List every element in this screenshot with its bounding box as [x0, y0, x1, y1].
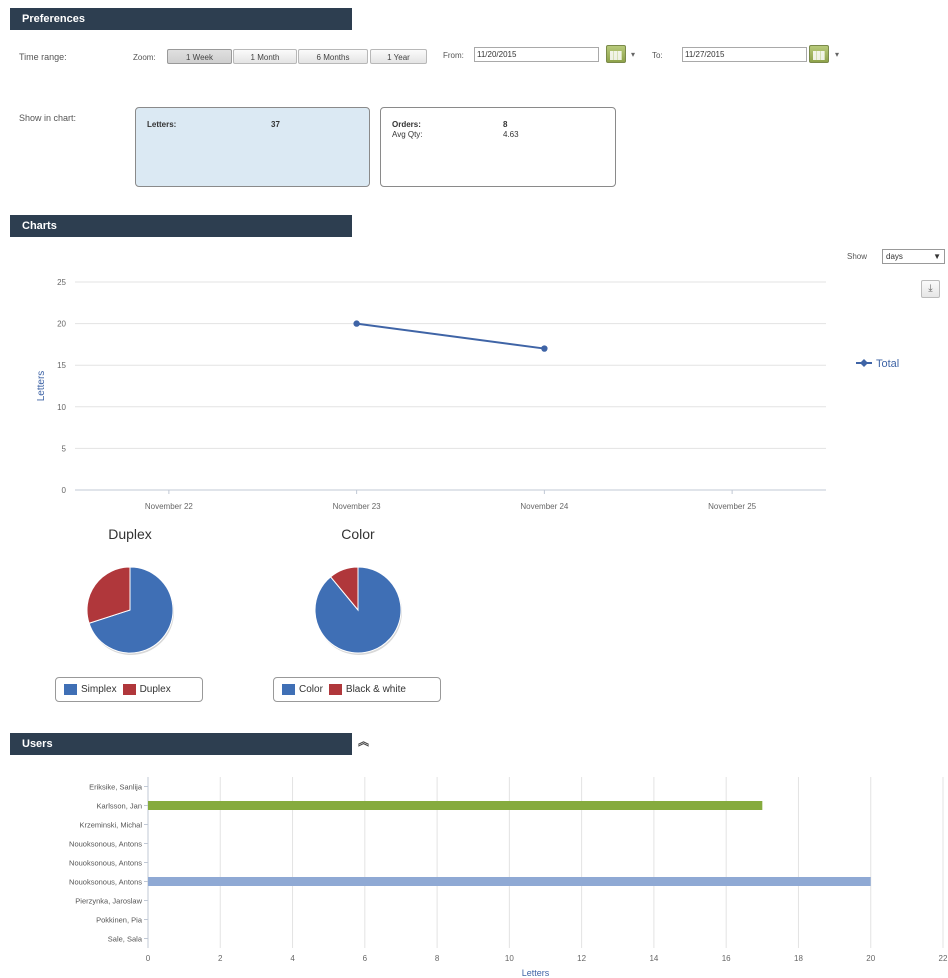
- y-category-label: Pierzynka, Jaroslaw: [75, 897, 142, 906]
- y-category-label: Sale, Sala: [108, 935, 143, 944]
- y-category-label: Eriksike, Sanlija: [89, 783, 143, 792]
- legend-label-total: Total: [876, 358, 899, 370]
- show-period-value: days: [886, 252, 903, 261]
- x-tick-label: 4: [290, 954, 295, 963]
- y-category-label: Nouoksonous, Antons: [69, 840, 142, 849]
- duplex-pie-chart: [86, 566, 174, 655]
- to-date-input[interactable]: 11/27/2015: [682, 47, 807, 62]
- letters-metric-box[interactable]: Letters: 37: [135, 107, 370, 187]
- x-tick-label: November 25: [708, 502, 757, 511]
- x-tick-label: 22: [939, 954, 948, 963]
- orders-label: Orders:: [392, 120, 421, 129]
- y-tick-label: 0: [62, 486, 67, 495]
- legend-item-color[interactable]: Color: [282, 683, 323, 696]
- y-tick-label: 20: [57, 320, 66, 329]
- x-tick-label: 20: [866, 954, 875, 963]
- orders-metric-box[interactable]: Orders: 8 Avg Qty: 4.63: [380, 107, 616, 187]
- chevron-down-icon: ▼: [933, 252, 941, 261]
- to-calendar-icon[interactable]: [809, 45, 829, 63]
- to-label: To:: [652, 51, 663, 60]
- from-dropdown-arrow-icon[interactable]: ▾: [631, 50, 635, 59]
- y-category-label: Nouoksonous, Antons: [69, 878, 142, 887]
- color-legend: Color Black & white: [273, 677, 441, 702]
- to-dropdown-arrow-icon[interactable]: ▾: [835, 50, 839, 59]
- y-category-label: Nouoksonous, Antons: [69, 859, 142, 868]
- x-tick-label: 0: [146, 954, 151, 963]
- x-tick-label: 2: [218, 954, 223, 963]
- zoom-label: Zoom:: [133, 53, 156, 62]
- duplex-swatch: [122, 683, 136, 695]
- zoom-1-year-button[interactable]: 1 Year: [370, 49, 427, 64]
- black-white-swatch: [328, 683, 342, 695]
- legend-label-duplex: Duplex: [139, 684, 171, 696]
- legend-label-simplex: Simplex: [81, 684, 117, 696]
- letters-label: Letters:: [147, 120, 177, 129]
- legend-marker-total: [860, 359, 868, 367]
- x-tick-label: 6: [363, 954, 368, 963]
- y-tick-label: 15: [57, 361, 66, 370]
- x-tick-label: 14: [649, 954, 658, 963]
- letters-line-chart: 0 5 10 15 20 25 November 22 November 23 November…: [36, 278, 899, 511]
- color-pie-title: Color: [341, 526, 375, 542]
- avg-qty-value: 4.63: [503, 130, 519, 139]
- y-category-label: Karlsson, Jan: [97, 802, 142, 811]
- time-range-label: Time range:: [19, 52, 67, 62]
- color-pie-chart: [314, 566, 402, 655]
- x-tick-label: 8: [435, 954, 440, 963]
- legend-item-black-white[interactable]: Black & white: [328, 683, 406, 696]
- legend-label-color: Color: [299, 684, 323, 696]
- show-label: Show: [847, 252, 868, 261]
- users-header: Users: [10, 733, 352, 755]
- double-chevron-up-icon[interactable]: ︽: [358, 737, 369, 748]
- y-tick-label: 10: [57, 403, 66, 412]
- letters-value: 37: [271, 120, 280, 129]
- y-axis-title: Letters: [36, 371, 47, 402]
- orders-value: 8: [503, 120, 508, 129]
- show-in-chart-label: Show in chart:: [19, 113, 77, 123]
- legend-item-duplex[interactable]: Duplex: [122, 683, 171, 696]
- y-category-label: Pokkinen, Pia: [96, 916, 143, 925]
- data-point-total: [353, 320, 360, 327]
- series-line-total: [356, 322, 545, 350]
- preferences-header: Preferences: [10, 8, 352, 30]
- x-tick-label: November 23: [333, 502, 382, 511]
- x-tick-label: 18: [794, 954, 803, 963]
- duplex-legend: Simplex Duplex: [55, 677, 203, 702]
- x-tick-label: 16: [722, 954, 731, 963]
- show-period-select[interactable]: days ▼: [882, 249, 945, 264]
- from-label: From:: [443, 51, 464, 60]
- data-point-total: [541, 345, 548, 352]
- zoom-1-week-button[interactable]: 1 Week: [167, 49, 232, 64]
- bar: [148, 801, 763, 810]
- simplex-swatch: [64, 683, 77, 695]
- duplex-pie-title: Duplex: [108, 526, 152, 542]
- color-swatch: [282, 683, 295, 695]
- avg-qty-label: Avg Qty:: [392, 130, 423, 139]
- legend-label-black-white: Black & white: [345, 684, 406, 696]
- users-bar-chart: 0 2 4 6 8 10 12 14 16 18 20 22 Eriksike, Sanlija Karl…: [69, 777, 948, 978]
- bar: [148, 877, 871, 886]
- x-tick-label: November 22: [145, 502, 194, 511]
- x-tick-label: November 24: [520, 502, 569, 511]
- x-tick-label: 12: [577, 954, 586, 963]
- zoom-6-months-button[interactable]: 6 Months: [298, 49, 368, 64]
- from-calendar-icon[interactable]: [606, 45, 626, 63]
- charts-header: Charts: [10, 215, 352, 237]
- y-tick-label: 25: [57, 278, 66, 287]
- x-axis-title: Letters: [522, 968, 550, 978]
- legend-item-simplex[interactable]: Simplex: [64, 683, 117, 696]
- x-tick-label: 10: [505, 954, 514, 963]
- zoom-1-month-button[interactable]: 1 Month: [233, 49, 297, 64]
- y-category-label: Krzeminski, Michal: [79, 821, 142, 830]
- from-date-input[interactable]: 11/20/2015: [474, 47, 599, 62]
- y-tick-label: 5: [62, 444, 67, 453]
